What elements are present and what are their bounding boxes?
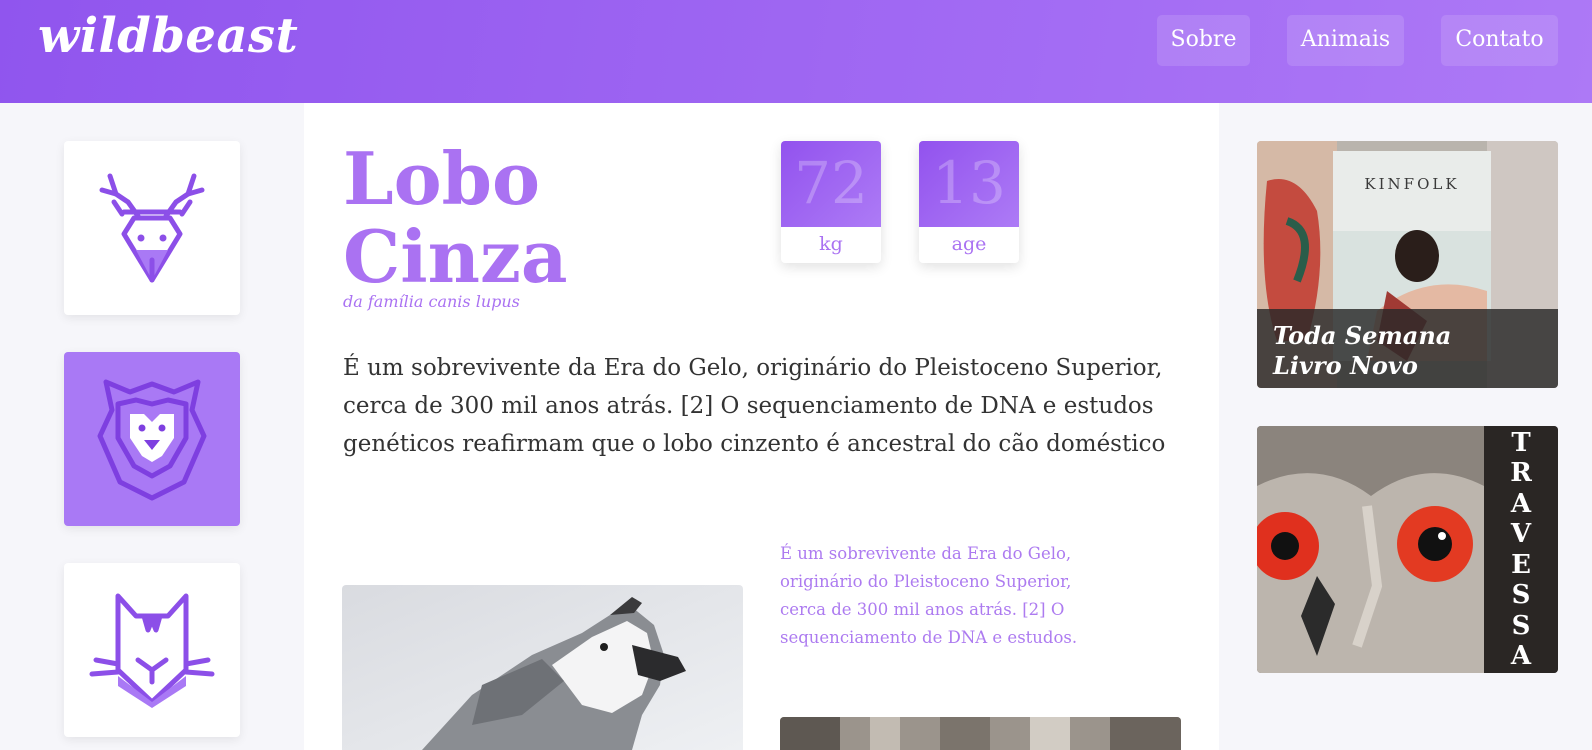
lion-icon: [97, 379, 207, 501]
nav-sobre[interactable]: Sobre: [1157, 15, 1250, 66]
owl-letter: A: [1510, 488, 1532, 519]
nav-contato[interactable]: Contato: [1441, 15, 1558, 66]
page-subtitle: da família canis lupus: [343, 292, 520, 311]
caption-line-1: Toda Semana: [1273, 321, 1452, 350]
owl-letter: S: [1511, 610, 1531, 641]
owl-letter: A: [1510, 641, 1532, 671]
site-logo[interactable]: wildbeast: [38, 8, 298, 64]
stat-age-value: 13: [919, 141, 1019, 227]
stat-weight: 72 kg: [781, 141, 881, 263]
title-line-2: Cinza: [343, 214, 568, 299]
stat-age: 13 age: [919, 141, 1019, 263]
owl-letter: R: [1510, 458, 1532, 488]
wolf-photo-2: [780, 717, 1181, 750]
wolf-howling-photo: [342, 585, 743, 750]
owl-letter: S: [1511, 580, 1531, 610]
kinfolk-magazine-title: KINFOLK: [1364, 175, 1459, 193]
title-line-1: Lobo: [343, 136, 541, 221]
top-header: wildbeast Sobre Animais Contato: [0, 0, 1592, 103]
owl-letter: V: [1510, 519, 1532, 549]
ad-kinfolk[interactable]: KINFOLK Toda Semana Livro Novo: [1257, 141, 1558, 388]
stat-weight-value: 72: [781, 141, 881, 227]
cat-icon: [89, 593, 215, 708]
sidebar-item-deer[interactable]: [64, 141, 240, 315]
stat-weight-label: kg: [819, 233, 843, 255]
stat-age-label: age: [951, 233, 987, 255]
page-title: Lobo Cinza: [343, 140, 568, 296]
deer-icon: [99, 173, 205, 283]
sidebar-item-cat[interactable]: [64, 563, 240, 737]
caption-line-2: Livro Novo: [1273, 351, 1418, 380]
side-note: É um sobrevivente da Era do Gelo, origin…: [780, 544, 1078, 647]
owl-letter: T: [1511, 427, 1531, 458]
description-paragraph: É um sobrevivente da Era do Gelo, origin…: [343, 355, 1166, 457]
sidebar-item-lion[interactable]: [64, 352, 240, 526]
ad-travessa[interactable]: T R A V E S S A: [1257, 426, 1558, 673]
owl-letter: E: [1511, 549, 1531, 580]
kinfolk-caption: Toda Semana Livro Novo: [1257, 309, 1558, 388]
nav-animais[interactable]: Animais: [1287, 15, 1404, 66]
travessa-vertical-label: T R A V E S S A: [1484, 426, 1558, 673]
